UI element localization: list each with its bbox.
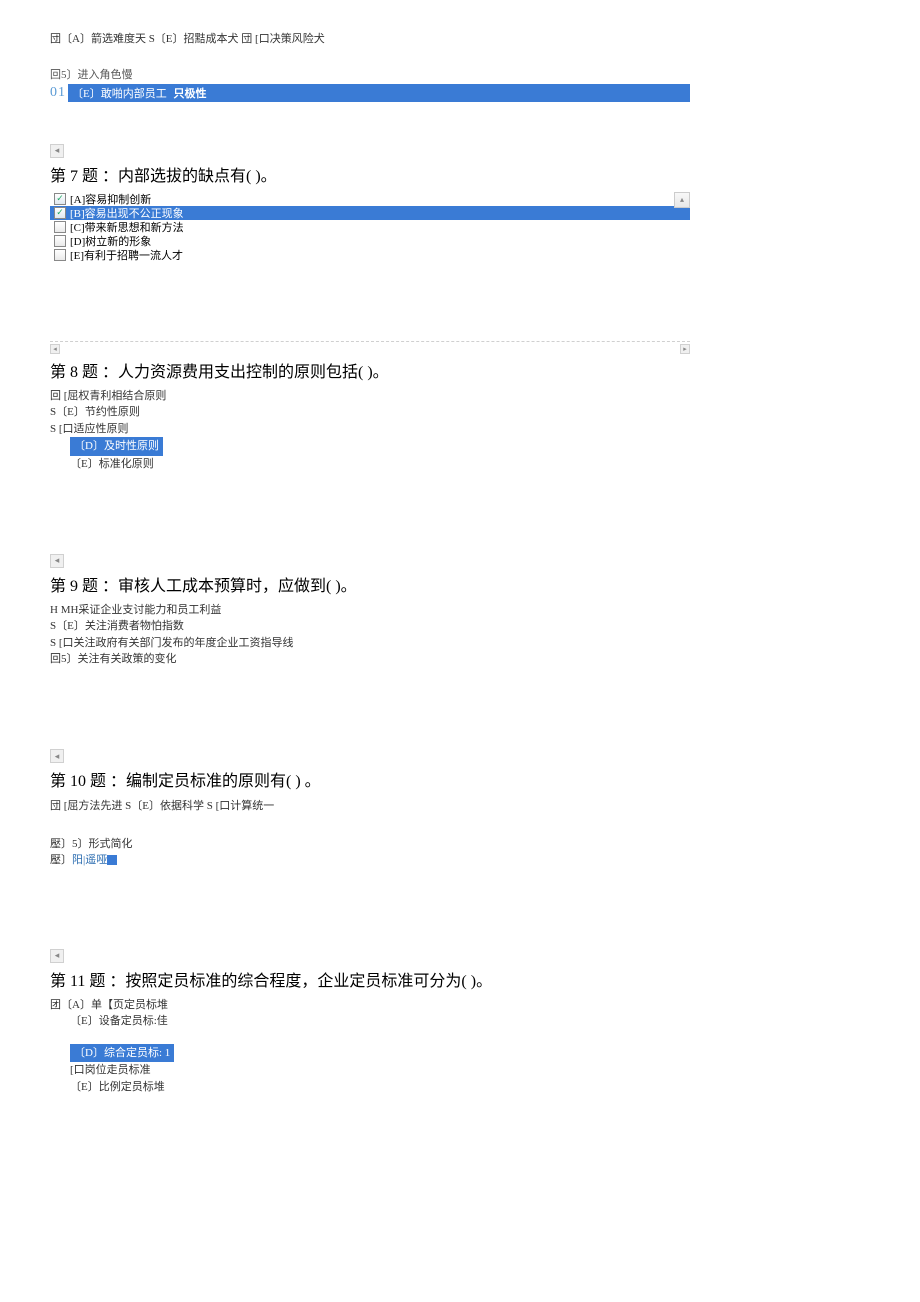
q11-title: 第 11 题 ：按照定员标准的综合程度，企业定员标准可分为( )。 — [50, 967, 870, 991]
q11-option-d-row: 〔D〕综合定员标: 1 — [50, 1044, 870, 1063]
checkbox-icon[interactable] — [54, 235, 66, 247]
checkbox-icon[interactable]: ✓ — [54, 193, 66, 205]
q11-option-e[interactable]: 〔E〕比例定员标堆 — [50, 1079, 870, 1096]
q10-options: 団 [屈方法先进 S〔E〕依据科学 S [口计算统一 壓〕5〕形式简化 壓〕阳|… — [50, 797, 870, 867]
q8-option-d-row: 〔D〕及时性原则 — [50, 437, 870, 456]
q7-option-list: ✓ [A]容易抑制创新 ✓ [B]容易出现不公正现象 [C]带来新思想和新方法 … — [50, 192, 690, 262]
q8-option-e[interactable]: 〔E〕标准化原则 — [50, 456, 870, 473]
q9-option-d[interactable]: 回5〕关注有关政策的变化 — [50, 651, 870, 668]
blue-box-icon — [107, 855, 117, 865]
q8-option-c[interactable]: S [口适应性原则 — [50, 421, 870, 438]
checkbox-icon[interactable] — [54, 221, 66, 233]
q9-options: H MH采证企业支讨能力和员工利益 S〔E〕关注消费者物怕指数 S [口关注政府… — [50, 602, 870, 668]
q7-option-d[interactable]: [D]树立新的形象 — [50, 234, 690, 248]
prev-arrow-icon[interactable]: ◂ — [50, 554, 64, 568]
q9-option-a[interactable]: H MH采证企业支讨能力和员工利益 — [50, 602, 870, 619]
q10-line2a[interactable]: 壓〕5〕形式简化 — [50, 835, 870, 851]
q7-option-e[interactable]: [E]有利于招聘一流人才 — [50, 248, 690, 262]
q6-option-line2: 回5〕进入角色慢 — [50, 66, 870, 82]
prev-arrow-icon[interactable]: ◂ — [50, 144, 64, 158]
checkbox-icon[interactable]: ✓ — [54, 207, 66, 219]
q9-option-b[interactable]: S〔E〕关注消费者物怕指数 — [50, 618, 870, 635]
q7-listbox[interactable]: ✓ [A]容易抑制创新 ✓ [B]容易出现不公正现象 [C]带来新思想和新方法 … — [50, 192, 690, 262]
q7-option-b[interactable]: ✓ [B]容易出现不公正现象 — [50, 206, 690, 220]
prev-arrow-icon[interactable]: ◂ — [50, 949, 64, 963]
q9-title: 第 9 题 ：审核人工成本预算时，应做到( )。 — [50, 572, 870, 596]
q8-options: 回 [屈权青利相结合原则 S〔E〕节约性原则 S [口适应性原则 〔D〕及时性原… — [50, 388, 870, 473]
q11-option-a[interactable]: 团〔A〕单【页定员标堆 — [50, 997, 870, 1014]
q7-option-a[interactable]: ✓ [A]容易抑制创新 — [50, 192, 690, 206]
q10-title: 第 10 题 ：编制定员标准的原则有( ) 。 — [50, 767, 870, 791]
q8-title: 第 8 题 ：人力资源费用支出控制的原则包括( )。 — [50, 358, 870, 382]
q6-highlight-row: 01 〔E〕敢啪内部员工 只极性 — [50, 84, 690, 102]
q10-line2b-mid: 阳|遥哑 — [72, 854, 107, 866]
q10-line2b-prefix: 壓〕 — [50, 854, 72, 866]
q8-option-d[interactable]: 〔D〕及时性原则 — [70, 437, 163, 456]
checkbox-icon[interactable] — [54, 249, 66, 261]
q6-prefix: 01 — [50, 85, 66, 101]
q7-scrollbar[interactable]: ▴ — [674, 192, 690, 262]
q7-title: 第 7 题 ：内部选拔的缺点有( )。 — [50, 162, 870, 186]
q8-option-a[interactable]: 回 [屈权青利相结合原则 — [50, 388, 870, 405]
next-small-arrow-icon[interactable]: ▸ — [680, 344, 690, 354]
q11-options: 团〔A〕单【页定员标堆 〔E〕设备定员标:佳 〔D〕综合定员标: 1 [口岗位走… — [50, 997, 870, 1096]
q10-line2b[interactable]: 壓〕阳|遥哑 — [50, 851, 870, 867]
q6-option-line: 団〔A〕箭选难度天 S〔E〕招黠成本犬 団 [口决策风险犬 — [50, 30, 870, 46]
q7-bottom-nav: ◂ ▸ — [50, 344, 690, 354]
q10-line1[interactable]: 団 [屈方法先进 S〔E〕依据科学 S [口计算统一 — [50, 797, 870, 813]
scroll-up-icon[interactable]: ▴ — [674, 192, 690, 208]
q8-option-b[interactable]: S〔E〕节约性原则 — [50, 404, 870, 421]
q6-highlight-text-b: 只极性 — [173, 88, 206, 100]
q7-option-c[interactable]: [C]带来新思想和新方法 — [50, 220, 690, 234]
q11-option-d[interactable]: 〔D〕综合定员标: 1 — [70, 1044, 174, 1063]
q11-option-c[interactable]: [口岗位走员标准 — [50, 1062, 870, 1079]
q7-option-e-label: [E]有利于招聘一流人才 — [70, 247, 183, 263]
prev-small-arrow-icon[interactable]: ◂ — [50, 344, 60, 354]
q9-option-c[interactable]: S [口关注政府有关部门发布的年度企业工资指导线 — [50, 635, 870, 652]
q6-highlighted-option[interactable]: 〔E〕敢啪内部员工 只极性 — [68, 84, 690, 102]
q7-blank-area — [50, 262, 690, 342]
q6-highlight-text-a: 〔E〕敢啪内部员工 — [72, 88, 167, 100]
prev-arrow-icon[interactable]: ◂ — [50, 749, 64, 763]
q11-option-b[interactable]: 〔E〕设备定员标:佳 — [50, 1013, 870, 1030]
